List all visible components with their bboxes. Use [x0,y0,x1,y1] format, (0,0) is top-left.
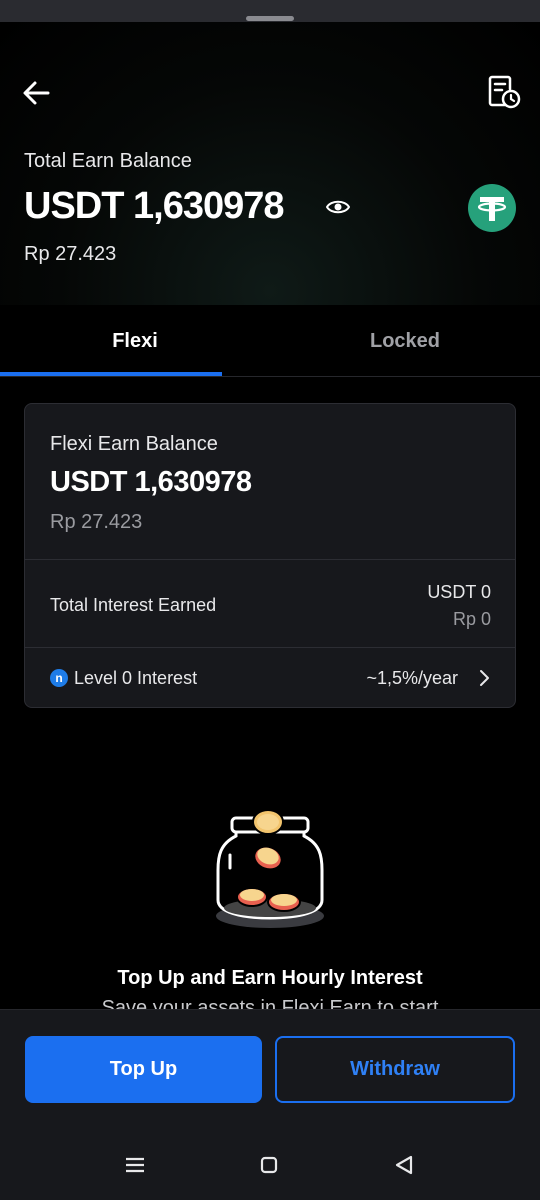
bottom-action-bar: Top Up Withdraw [0,1009,540,1200]
divider [25,559,515,560]
withdraw-button[interactable]: Withdraw [275,1036,515,1103]
total-balance-value: USDT 1,630978 [24,185,284,227]
arrow-left-icon [23,81,50,105]
drag-handle[interactable] [246,16,294,21]
back-button[interactable] [20,76,54,110]
flexi-balance-value: USDT 1,630978 [50,466,252,498]
total-interest-idr: Rp 0 [452,609,491,629]
menu-icon[interactable] [124,1156,146,1174]
flexi-balance-card: Flexi Earn Balance USDT 1,630978 Rp 27.4… [24,403,516,708]
chevron-right-icon [480,670,489,686]
level-interest-row[interactable]: n Level 0 Interest ~1,5%/year [25,648,515,708]
earn-tabs: Flexi Locked [0,305,540,377]
home-icon[interactable] [260,1156,278,1174]
back-triangle-icon[interactable] [394,1154,414,1176]
total-interest-usdt: USDT 0 [427,582,491,602]
level-interest-rate: ~1,5%/year [366,668,458,688]
history-icon [488,75,521,109]
active-tab-indicator [0,372,222,376]
top-up-button[interactable]: Top Up [25,1036,262,1103]
total-balance-label: Total Earn Balance [24,150,192,172]
flexi-balance-idr: Rp 27.423 [50,511,143,533]
eye-icon[interactable] [325,198,351,216]
flexi-balance-label: Flexi Earn Balance [50,433,218,455]
level-badge-icon: n [50,669,68,687]
jar-illustration [216,809,324,928]
total-balance-idr: Rp 27.423 [24,243,117,265]
empty-state-title: Top Up and Earn Hourly Interest [117,967,423,989]
total-interest-label: Total Interest Earned [50,595,217,615]
level-interest-label: Level 0 Interest [74,668,198,688]
tether-logo-icon [468,184,516,232]
tab-locked[interactable]: Locked [270,305,540,377]
status-bar [0,0,540,22]
history-button[interactable] [486,74,522,110]
tab-flexi[interactable]: Flexi [0,305,270,377]
